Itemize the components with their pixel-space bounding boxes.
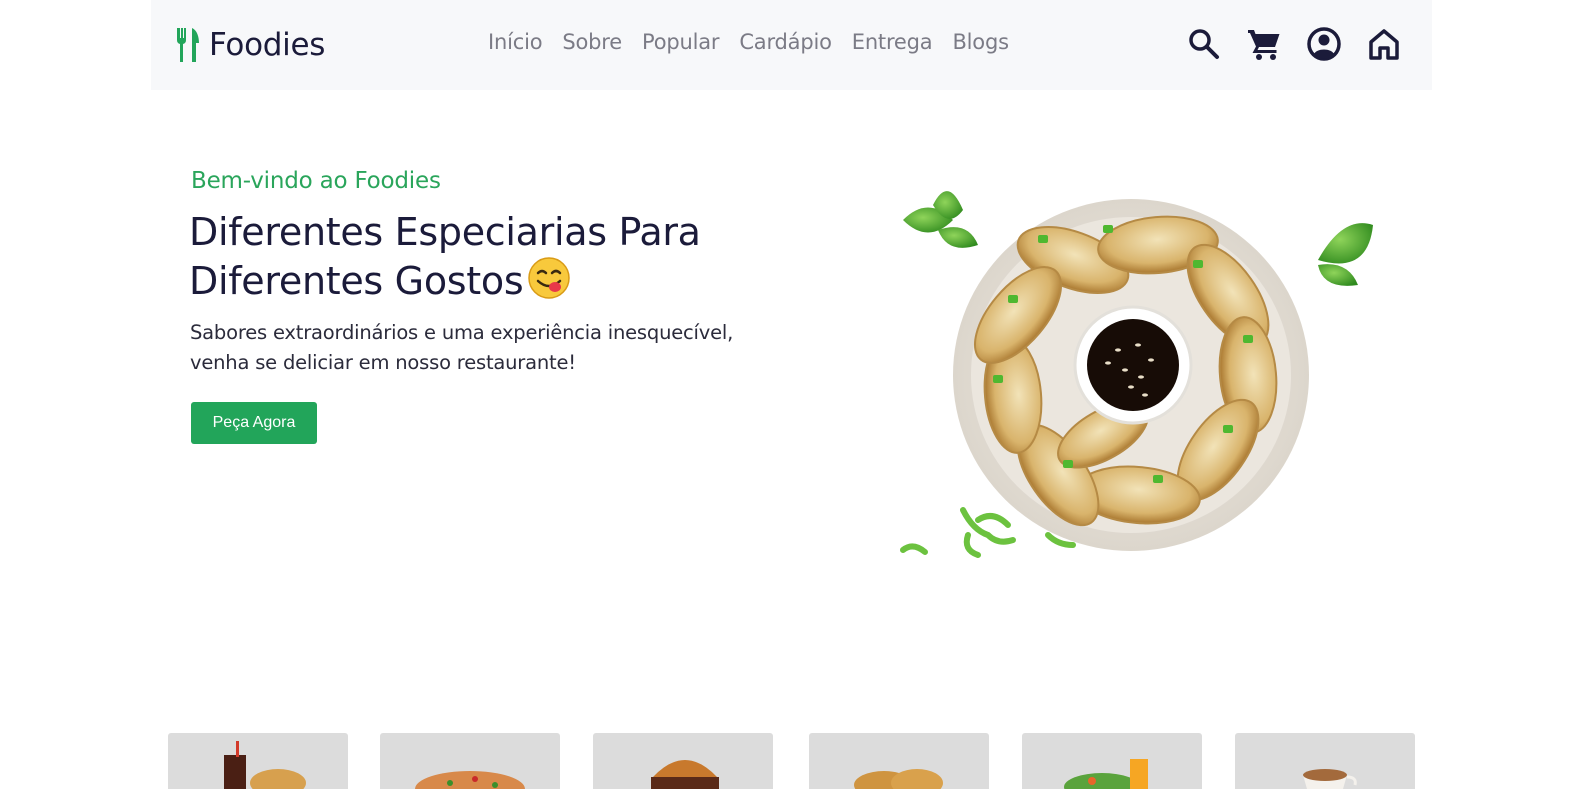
fork-knife-icon [176,28,199,62]
burger-image [651,760,719,789]
hero-description: Sabores extraordinários e uma experiênci… [190,321,734,374]
hero-title: Diferentes Especiarias Para Diferentes G… [189,208,809,305]
category-card-fried-chicken[interactable] [809,733,989,789]
brand-logo[interactable]: Foodies [175,25,325,65]
fried-chicken-image [854,769,943,789]
order-now-button[interactable]: Peça Agora [191,402,317,444]
nav-icons [1162,26,1402,62]
category-card-salad[interactable] [1022,733,1202,789]
coffee-image [1303,769,1357,789]
navbar: Foodies Início Sobre Popular Cardápio En… [151,0,1432,90]
salad-image [1064,759,1148,789]
nav-link-popular[interactable]: Popular [642,30,720,54]
nav-link-entrega[interactable]: Entrega [852,30,933,54]
search-icon[interactable] [1186,26,1222,62]
category-card-fast-food[interactable] [168,733,348,789]
fast-food-image [224,741,306,789]
nav-link-inicio[interactable]: Início [488,30,543,54]
nav-link-sobre[interactable]: Sobre [562,30,622,54]
dumplings-plate-image [900,191,1373,558]
hero-eyebrow: Bem-vindo ao Foodies [191,168,441,194]
category-card-pizza[interactable] [380,733,560,789]
hero-title-text: Diferentes Especiarias Para Diferentes G… [189,210,701,303]
nav-link-blogs[interactable]: Blogs [952,30,1009,54]
brand-name: Foodies [209,27,326,63]
nav-link-cardapio[interactable]: Cardápio [739,30,832,54]
pizza-image [415,771,525,789]
yum-face-emoji [528,257,571,299]
user-icon[interactable] [1306,26,1342,62]
category-card-coffee[interactable] [1235,733,1415,789]
home-icon[interactable] [1366,26,1402,62]
cart-icon[interactable] [1246,26,1282,62]
category-card-burger[interactable] [593,733,773,789]
category-cards [0,733,1584,789]
nav-links: Início Sobre Popular Cardápio Entrega Bl… [488,30,1029,54]
